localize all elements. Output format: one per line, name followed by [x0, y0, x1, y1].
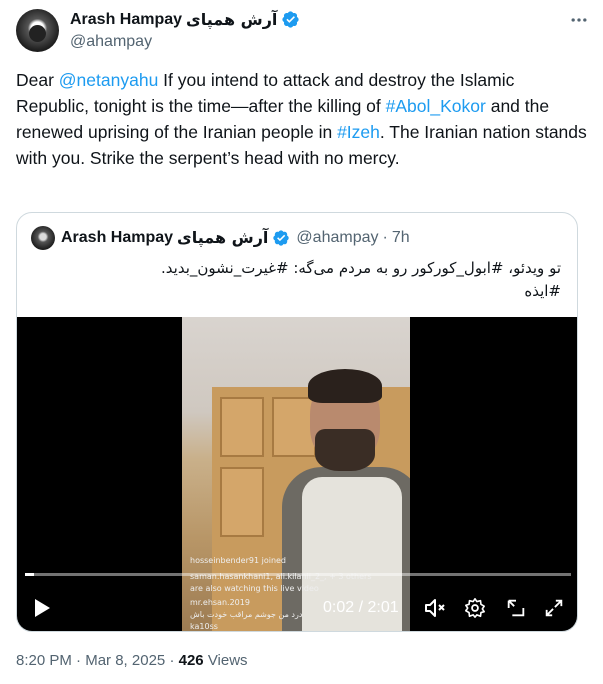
video-controls: 0:02 / 2:01	[17, 585, 577, 629]
quote-author-name: Arash Hampay	[61, 228, 174, 246]
tweet-text-segment: Dear	[16, 70, 59, 90]
quote-author-name-fa: آرش همپای	[177, 228, 269, 247]
quoted-tweet[interactable]: Arash Hampay آرش همپای @ahampay · 7h تو …	[16, 212, 578, 632]
pip-icon[interactable]	[503, 595, 529, 621]
quote-author-row: Arash Hampay آرش همپای @ahampay · 7h	[61, 228, 410, 247]
video-duration: 2:01	[367, 599, 399, 616]
tweet-link[interactable]: #Izeh	[337, 122, 380, 142]
mute-icon[interactable]	[422, 595, 448, 621]
quote-separator: ·	[382, 228, 388, 246]
video-progress-fill	[25, 573, 35, 576]
meta-dot: ·	[76, 652, 82, 669]
video-progress-bar[interactable]	[25, 573, 571, 576]
video-time: 0:02 / 2:01	[323, 595, 399, 621]
tweet-meta: 8:20 PM · Mar 8, 2025 · 426 Views	[16, 652, 248, 669]
video-scene-beard	[315, 429, 375, 471]
author-row: Arash Hampay آرش همپای	[70, 10, 300, 29]
video-player[interactable]: hosseinbender91 joined saman.hasankhani1…	[17, 317, 577, 631]
video-scene-door	[220, 467, 264, 537]
video-current-time: 0:02	[323, 599, 355, 616]
verified-icon	[282, 11, 300, 28]
meta-dot: ·	[169, 652, 175, 669]
tweet-link[interactable]: #Abol_Kokor	[386, 96, 486, 116]
quote-avatar	[31, 226, 55, 250]
author-name[interactable]: Arash Hampay	[70, 11, 182, 29]
play-icon[interactable]	[29, 595, 55, 621]
quote-text: تو ویدئو، #ابول_کورکور رو به مردم می‌گه:…	[31, 257, 561, 303]
video-scene-door	[220, 397, 264, 457]
avatar[interactable]	[16, 9, 59, 52]
views-label: Views	[207, 652, 248, 669]
verified-icon	[273, 229, 290, 246]
author-name-fa[interactable]: آرش همپای	[186, 10, 277, 29]
tweet: Arash Hampay آرش همپای @ahampay Dear @ne…	[0, 0, 603, 684]
tweet-date[interactable]: Mar 8, 2025	[85, 652, 165, 669]
quote-timestamp: 7h	[391, 228, 410, 246]
video-scene-hair	[308, 369, 382, 403]
more-icon[interactable]	[569, 10, 591, 32]
tweet-time[interactable]: 8:20 PM	[16, 652, 72, 669]
author-handle[interactable]: @ahampay	[70, 33, 152, 51]
video-time-separator: /	[354, 599, 368, 616]
quote-author-handle: @ahampay	[296, 228, 379, 246]
tweet-link[interactable]: @netanyahu	[59, 70, 159, 90]
fullscreen-icon[interactable]	[541, 595, 567, 621]
live-comment: hosseinbender91 joined	[190, 556, 287, 565]
tweet-text: Dear @netanyahu If you intend to attack …	[16, 67, 591, 171]
quote-text-line2: #ایذه	[524, 282, 561, 300]
quote-text-line1: تو ویدئو، #ابول_کورکور رو به مردم می‌گه:…	[161, 259, 561, 277]
settings-icon[interactable]	[462, 595, 488, 621]
views-count[interactable]: 426	[179, 652, 204, 669]
